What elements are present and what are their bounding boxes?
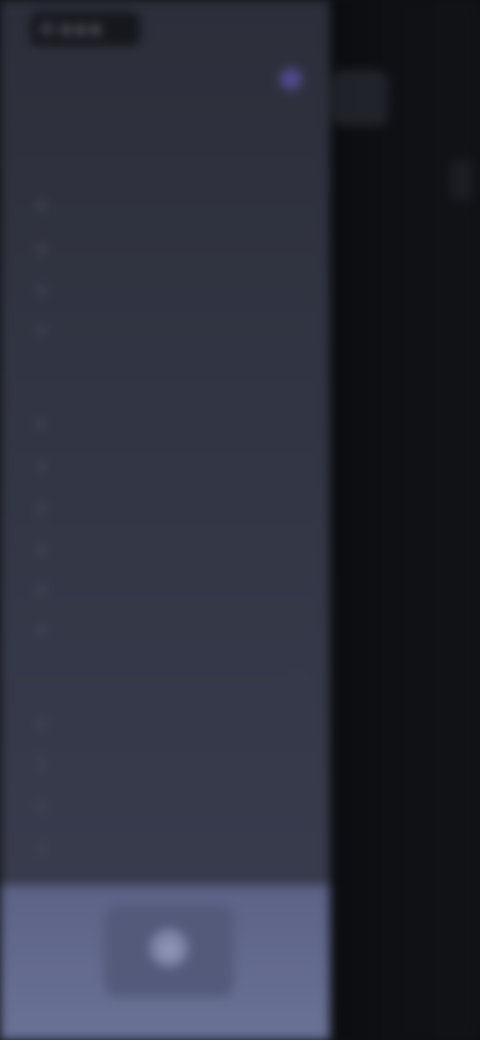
channel-item[interactable]: # (36, 200, 55, 215)
channel-item[interactable]: # (36, 584, 55, 599)
channel-item[interactable]: # (36, 502, 55, 517)
channel-item[interactable]: # (36, 758, 55, 773)
channel-item[interactable]: # (36, 842, 55, 857)
hash-icon: # (36, 842, 47, 857)
top-pill-label: ■ ■ ■ (60, 22, 102, 36)
hash-icon: # (36, 718, 47, 733)
bottom-nav: ⌂ (0, 885, 330, 1040)
server-icon (40, 22, 54, 36)
hash-icon: # (36, 502, 47, 517)
channel-item[interactable]: # (36, 460, 55, 475)
channel-item[interactable]: # (36, 544, 55, 559)
channel-drawer: ■ ■ ■ # # # # # # # # # # ⌄ # # # # ⌂ (0, 0, 330, 1040)
channel-item[interactable]: # (36, 244, 55, 259)
channel-item[interactable]: # (36, 718, 55, 733)
chevron-down-icon[interactable]: ⌄ (292, 666, 302, 680)
hash-icon: # (36, 800, 47, 815)
channel-item[interactable]: # (36, 418, 55, 433)
hash-icon: # (36, 244, 47, 259)
app-screen: ■ ■ ■ # # # # # # # # # # ⌄ # # # # ⌂ (0, 0, 480, 1040)
accent-dot-icon (280, 68, 302, 90)
top-pill[interactable]: ■ ■ ■ (30, 12, 140, 46)
drawer-scrim[interactable] (330, 0, 480, 1040)
hash-icon: # (36, 418, 47, 433)
hash-icon: # (36, 544, 47, 559)
hash-icon: # (36, 324, 47, 339)
server-header[interactable] (32, 68, 302, 122)
hash-icon: # (36, 460, 47, 475)
hash-icon: # (36, 200, 47, 215)
blurred-content: ■ ■ ■ # # # # # # # # # # ⌄ # # # # ⌂ (0, 0, 480, 1040)
channel-item[interactable]: # (36, 324, 55, 339)
hash-icon: # (36, 624, 47, 639)
background-element (450, 160, 472, 200)
channel-item[interactable]: # (36, 624, 55, 639)
background-button (332, 70, 388, 126)
home-icon[interactable]: ⌂ (150, 929, 188, 967)
channel-item[interactable]: # (36, 284, 55, 299)
channel-item[interactable]: # (36, 800, 55, 815)
hash-icon: # (36, 584, 47, 599)
hash-icon: # (36, 758, 47, 773)
hash-icon: # (36, 284, 47, 299)
